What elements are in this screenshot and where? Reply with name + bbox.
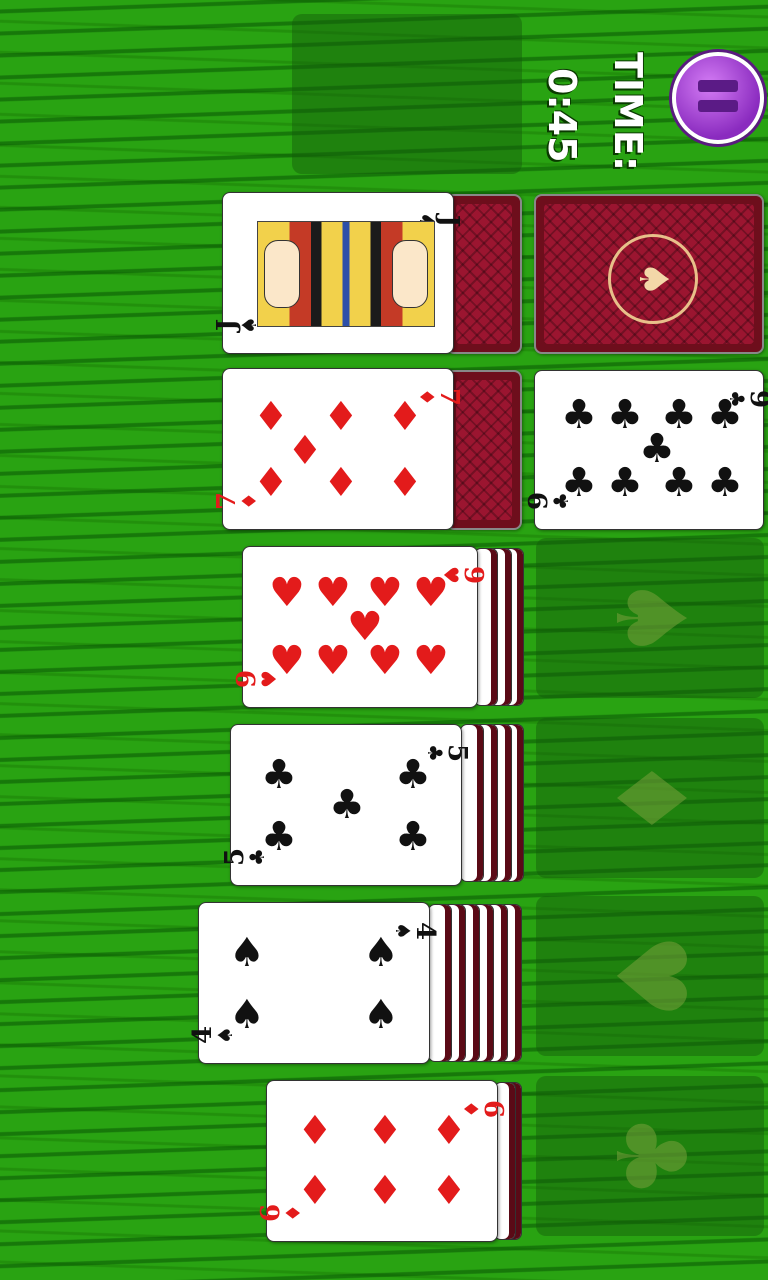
pip: ♣ — [561, 460, 597, 506]
pip: ♥ — [413, 638, 449, 684]
pip: ♣ — [561, 392, 597, 438]
pip: ♦ — [323, 460, 359, 506]
pip: ♥ — [269, 638, 305, 684]
pip: ♣ — [607, 392, 643, 438]
pip: ♣ — [395, 814, 431, 860]
pip: ♥ — [315, 638, 351, 684]
tableau-4-top-card[interactable]: 4 ♠ 4 ♠ ♠ ♠ ♠ ♠ — [188, 902, 440, 1064]
time-value: 0:45 — [540, 68, 584, 163]
pip: ♣ — [329, 782, 365, 828]
pip: ♥ — [315, 570, 351, 616]
card-corner-bottom: J ♠ — [211, 316, 261, 334]
jack-face-art — [257, 221, 435, 327]
empty-waste-slot[interactable] — [292, 14, 522, 174]
pip: ♣ — [661, 460, 697, 506]
foundation-spades[interactable]: ♠ — [536, 538, 764, 698]
spade-outline-icon: ♠ — [594, 574, 706, 662]
pip: ♦ — [297, 1168, 333, 1214]
pip: ♣ — [607, 460, 643, 506]
time-label: TIME: — [606, 52, 650, 172]
pip: ♣ — [261, 814, 297, 860]
foundation-hearts[interactable]: ♥ — [536, 896, 764, 1056]
pip: ♦ — [431, 1168, 467, 1214]
foundation-clubs[interactable]: ♣ — [536, 1076, 764, 1236]
pip: ♦ — [253, 394, 289, 440]
pip: ♣ — [261, 752, 297, 798]
pip: ♦ — [323, 394, 359, 440]
tableau-1-top-card[interactable]: 7 ♦ 7 ♦ ♦ ♦ ♦ ♦ ♦ ♦ ♦ — [212, 368, 464, 530]
spade-emblem-icon: ♠ — [608, 234, 698, 324]
tableau-2-top-card[interactable]: 9 ♥ 9 ♥ ♥ ♥ ♥ ♥ ♥ ♥ ♥ ♥ ♥ — [232, 546, 488, 708]
pip: ♦ — [253, 460, 289, 506]
pip: ♥ — [367, 638, 403, 684]
stock-pile[interactable]: ♠ — [534, 194, 764, 354]
pip: ♦ — [367, 1108, 403, 1154]
pip: ♣ — [395, 752, 431, 798]
pip: ♠ — [363, 992, 399, 1038]
club-outline-icon: ♣ — [594, 1112, 706, 1200]
diamond-outline-icon: ♦ — [594, 754, 706, 842]
pip: ♣ — [707, 460, 743, 506]
tableau-3-top-card[interactable]: 5 ♣ 5 ♣ ♣ ♣ ♣ ♣ ♣ — [220, 724, 472, 886]
pip: ♦ — [387, 394, 423, 440]
pip: ♠ — [229, 930, 265, 976]
column2-top-card[interactable]: 9♣ 9♣ ♣ ♣ ♣ ♣ ♣ ♣ ♣ ♣ ♣ — [524, 370, 768, 530]
pip: ♣ — [707, 392, 743, 438]
pip: ♦ — [367, 1168, 403, 1214]
pip: ♦ — [287, 428, 323, 474]
heart-outline-icon: ♥ — [594, 932, 706, 1020]
pip: ♦ — [387, 460, 423, 506]
pip: ♦ — [297, 1108, 333, 1154]
pip: ♥ — [269, 570, 305, 616]
pip: ♥ — [413, 570, 449, 616]
foundation-diamonds[interactable]: ♦ — [536, 718, 764, 878]
waste-top-card[interactable]: J♠ J♠ — [212, 192, 464, 354]
pip: ♠ — [363, 930, 399, 976]
pause-button[interactable] — [672, 52, 764, 144]
pip: ♦ — [431, 1108, 467, 1154]
pip: ♠ — [229, 992, 265, 1038]
tableau-5-top-card[interactable]: 6 ♦ 6 ♦ ♦ ♦ ♦ ♦ ♦ ♦ — [256, 1080, 508, 1242]
